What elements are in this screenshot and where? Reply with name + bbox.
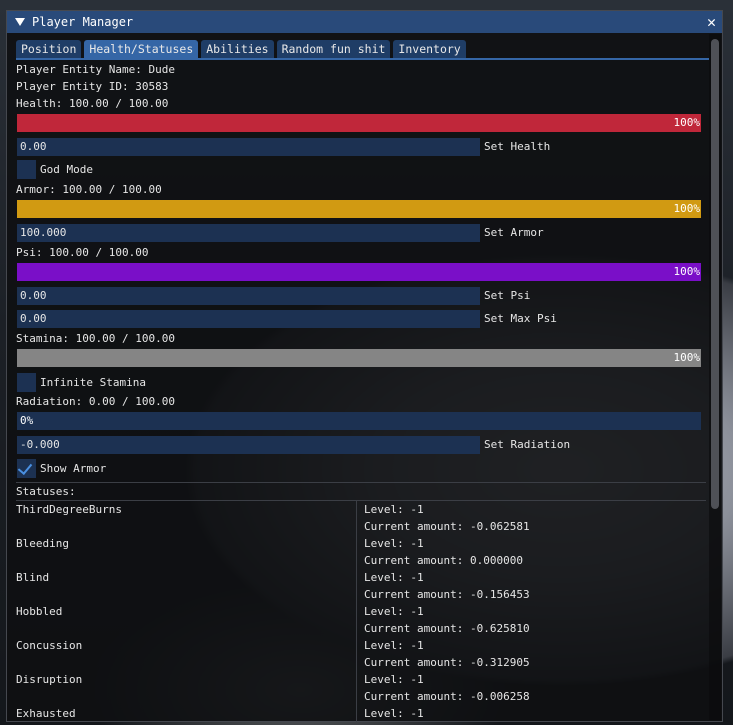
psi-bar-fill <box>17 263 701 281</box>
status-level: Level: -1 <box>364 537 424 550</box>
armor-bar-fill <box>17 200 701 218</box>
health-bar: 100% <box>17 114 701 132</box>
status-level: Level: -1 <box>364 605 424 618</box>
health-statuses-panel: Player Entity Name: Dude Player Entity I… <box>16 60 706 722</box>
tab-inventory[interactable]: Inventory <box>393 40 466 58</box>
window-title: Player Manager <box>32 15 134 29</box>
status-amount: Current amount: -0.006258 <box>364 690 530 703</box>
radiation-percent: 0% <box>20 414 34 427</box>
player-manager-window: Player Manager ✕ Position Health/Statuse… <box>6 10 723 722</box>
infinite-stamina-checkbox[interactable] <box>17 373 36 392</box>
radiation-label: Radiation: 0.00 / 100.00 <box>16 395 175 408</box>
status-name: ThirdDegreeBurns <box>16 503 122 516</box>
health-bar-fill <box>17 114 701 132</box>
stamina-label: Stamina: 100.00 / 100.00 <box>16 332 175 345</box>
status-amount: Current amount: -0.062581 <box>364 520 530 533</box>
tab-position[interactable]: Position <box>16 40 82 58</box>
player-id: Player Entity ID: 30583 <box>16 80 169 93</box>
god-mode-checkbox[interactable] <box>17 160 36 179</box>
armor-bar: 100% <box>17 200 701 218</box>
armor-label: Armor: 100.00 / 100.00 <box>16 183 162 196</box>
scrollbar-thumb[interactable] <box>711 39 719 509</box>
status-name: Disruption <box>16 673 83 686</box>
armor-percent: 100% <box>673 202 701 215</box>
set-max-psi-label: Set Max Psi <box>484 312 557 325</box>
status-name: Bleeding <box>16 537 69 550</box>
tab-abilities[interactable]: Abilities <box>201 40 274 58</box>
show-armor-checkbox[interactable] <box>17 459 36 478</box>
player-name: Player Entity Name: Dude <box>16 63 175 76</box>
health-label: Health: 100.00 / 100.00 <box>16 97 169 110</box>
show-armor-label: Show Armor <box>40 462 107 475</box>
stamina-bar: 100% <box>17 349 701 367</box>
status-level: Level: -1 <box>364 639 424 652</box>
tab-random-fun[interactable]: Random fun shit <box>276 40 391 58</box>
set-psi-label: Set Psi <box>484 289 531 302</box>
status-amount: Current amount: -0.312905 <box>364 656 530 669</box>
tab-health-statuses[interactable]: Health/Statuses <box>84 40 199 58</box>
radiation-bar: 0% <box>17 412 701 430</box>
god-mode-label: God Mode <box>40 163 93 176</box>
stamina-percent: 100% <box>673 351 701 364</box>
status-level: Level: -1 <box>364 707 424 720</box>
status-amount: Current amount: 0.000000 <box>364 554 523 567</box>
health-input[interactable]: 0.00 <box>17 138 480 156</box>
separator <box>16 482 706 483</box>
title-bar[interactable]: Player Manager ✕ <box>7 11 722 33</box>
collapse-arrow-icon[interactable] <box>15 18 25 26</box>
status-level: Level: -1 <box>364 673 424 686</box>
status-name: Concussion <box>16 639 83 652</box>
checkmark-icon <box>17 459 33 476</box>
tab-bar: Position Health/Statuses Abilities Rando… <box>16 40 466 58</box>
armor-input[interactable]: 100.000 <box>17 224 480 242</box>
max-psi-input[interactable]: 0.00 <box>17 310 480 328</box>
psi-label: Psi: 100.00 / 100.00 <box>16 246 149 259</box>
set-radiation-label: Set Radiation <box>484 438 571 451</box>
status-amount: Current amount: -0.156453 <box>364 588 530 601</box>
set-health-label: Set Health <box>484 140 551 153</box>
status-name: Exhausted <box>16 707 76 720</box>
infinite-stamina-label: Infinite Stamina <box>40 376 146 389</box>
radiation-input[interactable]: -0.000 <box>17 436 480 454</box>
statuses-header: Statuses: <box>16 485 76 498</box>
status-level: Level: -1 <box>364 503 424 516</box>
status-level: Level: -1 <box>364 571 424 584</box>
health-percent: 100% <box>673 116 701 129</box>
psi-input[interactable]: 0.00 <box>17 287 480 305</box>
scrollbar[interactable] <box>709 34 721 720</box>
status-name: Blind <box>16 571 50 584</box>
status-name: Hobbled <box>16 605 63 618</box>
psi-bar: 100% <box>17 263 701 281</box>
close-icon[interactable]: ✕ <box>707 13 716 31</box>
column-divider <box>356 501 357 722</box>
psi-percent: 100% <box>673 265 701 278</box>
stamina-bar-fill <box>17 349 701 367</box>
set-armor-label: Set Armor <box>484 226 544 239</box>
status-amount: Current amount: -0.625810 <box>364 622 530 635</box>
